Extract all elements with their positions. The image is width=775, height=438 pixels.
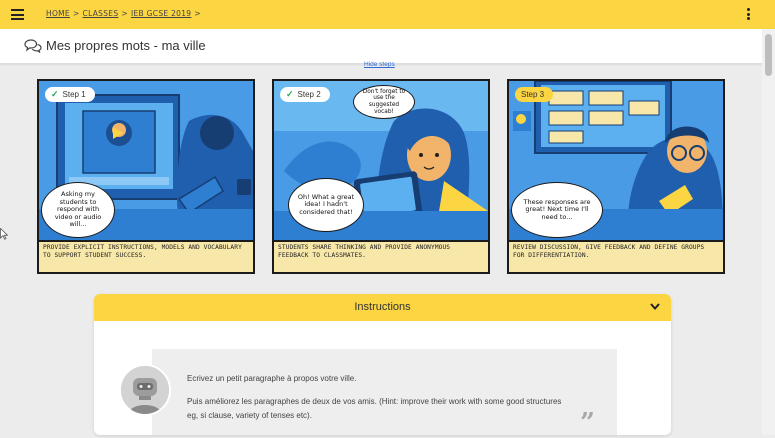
chat-bubbles-icon bbox=[24, 39, 42, 53]
hamburger-icon[interactable] bbox=[11, 9, 24, 20]
instructions-card bbox=[152, 349, 617, 435]
teacher-avatar bbox=[119, 364, 171, 416]
step-3-speech-bubble: These responses are great! Next time I'l… bbox=[511, 182, 603, 238]
step-3-label: Step 3 bbox=[521, 90, 545, 99]
step-1-caption: Provide explicit instructions, models an… bbox=[39, 240, 253, 272]
breadcrumb: HOME > CLASSES > IEB GCSE 2019 > bbox=[46, 9, 204, 18]
step-2-panel: ✓ Step 2 Don't forget to use the suggest… bbox=[272, 79, 490, 274]
instruction-line-1: Ecrivez un petit paragraphe à propos vot… bbox=[187, 374, 357, 383]
step-3-caption: Review discussion, give feedback and def… bbox=[509, 240, 723, 272]
check-icon: ✓ bbox=[51, 89, 59, 99]
step-2-label: Step 2 bbox=[297, 90, 321, 99]
step-2-speech-bubble: Oh! What a great idea! I hadn't consider… bbox=[288, 178, 364, 232]
page-title: Mes propres mots - ma ville bbox=[46, 38, 206, 53]
instructions-title: Instructions bbox=[354, 301, 411, 313]
scrollbar-track[interactable] bbox=[762, 29, 775, 435]
step-2-caption: Students share thinking and provide anon… bbox=[274, 240, 488, 272]
hide-steps-link[interactable]: Hide steps bbox=[364, 61, 395, 68]
scrollbar-thumb[interactable] bbox=[765, 34, 772, 76]
mouse-cursor-icon bbox=[0, 228, 8, 240]
breadcrumb-home[interactable]: HOME bbox=[46, 9, 70, 18]
instruction-line-2: Puis améliorez les paragraphes de deux d… bbox=[187, 397, 562, 406]
title-bar: Mes propres mots - ma ville bbox=[0, 29, 762, 64]
step-1-label: Step 1 bbox=[62, 90, 86, 99]
more-vertical-icon[interactable] bbox=[745, 8, 751, 22]
step-3-panel: Step 3 These responses are great! Next t… bbox=[507, 79, 725, 274]
instruction-line-3: eg, si clause, variety of tenses etc). bbox=[187, 411, 312, 420]
breadcrumb-separator: > bbox=[72, 9, 80, 18]
step-1-speech-bubble: Asking my students to respond with video… bbox=[41, 182, 115, 238]
step-3-badge: Step 3 bbox=[515, 87, 554, 102]
breadcrumb-separator: > bbox=[121, 9, 128, 18]
breadcrumb-class[interactable]: IEB GCSE 2019 bbox=[131, 9, 191, 18]
step-1-panel: ✓ Step 1 Asking my students to respond w… bbox=[37, 79, 255, 274]
robot-avatar-icon bbox=[121, 366, 169, 414]
breadcrumb-classes[interactable]: CLASSES bbox=[83, 9, 119, 18]
step-2-badge: ✓ Step 2 bbox=[280, 87, 330, 102]
check-icon: ✓ bbox=[286, 89, 294, 99]
step-1-badge: ✓ Step 1 bbox=[45, 87, 95, 102]
step-2-top-speech-bubble: Don't forget to use the suggested vocab! bbox=[353, 85, 415, 119]
top-bar: HOME > CLASSES > IEB GCSE 2019 > bbox=[0, 0, 775, 29]
quote-icon: ” bbox=[580, 408, 595, 438]
breadcrumb-separator: > bbox=[194, 9, 201, 18]
instructions-header[interactable]: Instructions bbox=[94, 294, 671, 321]
chevron-down-icon[interactable] bbox=[650, 303, 660, 310]
